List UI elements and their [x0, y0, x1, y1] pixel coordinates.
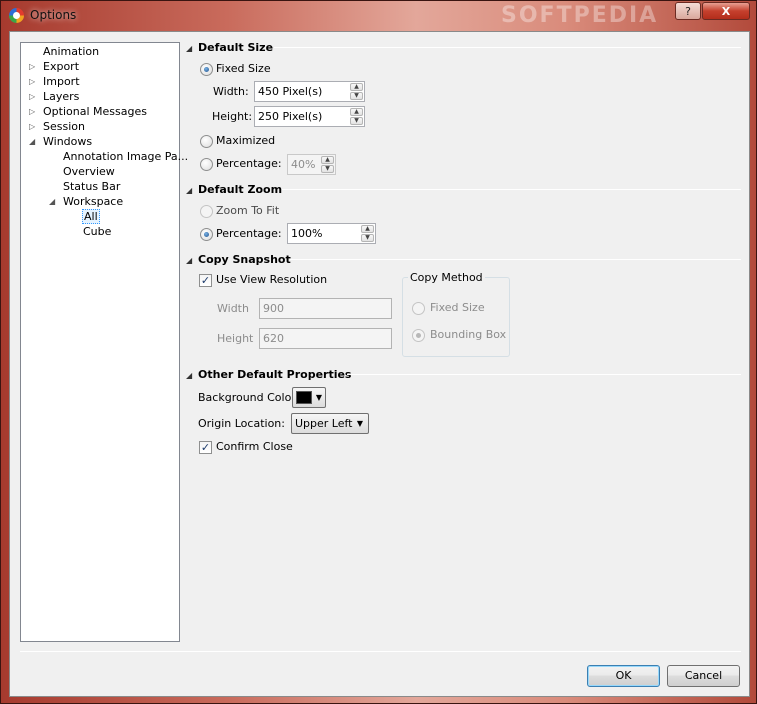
dropdown-arrow-icon: ▼ [356, 419, 363, 428]
spin-up-icon[interactable]: ▲ [361, 225, 374, 233]
zoom-to-fit-label: Zoom To Fit [216, 204, 280, 217]
options-window: Options SOFTPEDIA ? X Animation ▷ Export… [0, 0, 757, 704]
origin-location-value: Upper Left [295, 417, 353, 430]
collapse-arrow-icon: ◢ [186, 256, 193, 265]
window-title: Options [30, 8, 77, 22]
snapshot-height-field[interactable]: 620 [259, 328, 392, 349]
tree-item-workspace[interactable]: Workspace [63, 194, 123, 209]
section-divider [290, 259, 741, 260]
height-label: Height: [212, 110, 253, 123]
spin-up-icon[interactable]: ▲ [350, 108, 363, 116]
footer-divider [20, 651, 741, 652]
default-zoom-header[interactable]: ◢ Default Zoom [186, 182, 282, 198]
spin-down-icon[interactable]: ▼ [321, 165, 334, 173]
section-divider [274, 47, 741, 48]
snapshot-height-label: Height [217, 332, 254, 345]
background-color-picker[interactable]: ▼ [292, 387, 326, 408]
cancel-button[interactable]: Cancel [667, 665, 740, 687]
other-properties-header[interactable]: ◢ Other Default Properties [186, 367, 351, 383]
maximized-radio[interactable] [200, 135, 213, 148]
tree-item-animation[interactable]: Animation [43, 44, 99, 59]
tree-item-session[interactable]: Session [43, 119, 85, 134]
use-view-resolution-label: Use View Resolution [216, 273, 328, 286]
zoom-percentage-label: Percentage: [216, 227, 282, 240]
copy-fixed-size-label: Fixed Size [430, 301, 485, 314]
copy-fixed-size-radio[interactable] [412, 302, 425, 315]
zoom-percentage-radio[interactable] [200, 228, 213, 241]
spin-up-icon[interactable]: ▲ [350, 83, 363, 91]
spin-down-icon[interactable]: ▼ [350, 117, 363, 125]
zoom-to-fit-radio[interactable] [200, 205, 213, 218]
title-bar[interactable]: Options SOFTPEDIA ? X [1, 1, 756, 31]
origin-location-select[interactable]: Upper Left ▼ [291, 413, 369, 434]
confirm-close-label: Confirm Close [216, 440, 293, 453]
zoom-percentage-value: 100% [291, 227, 323, 240]
help-button[interactable]: ? [675, 2, 701, 20]
fixed-size-label: Fixed Size [216, 62, 271, 75]
section-divider [347, 374, 741, 375]
size-percentage-radio[interactable] [200, 158, 213, 171]
tree-item-layers[interactable]: Layers [43, 89, 79, 104]
tree-item-status-bar[interactable]: Status Bar [63, 179, 120, 194]
size-percentage-value: 40% [291, 158, 316, 171]
size-percentage-spinbox[interactable]: 40% ▲ ▼ [287, 154, 336, 175]
copy-bounding-box-label: Bounding Box [430, 328, 507, 341]
tree-item-overview[interactable]: Overview [63, 164, 115, 179]
tree-item-optional-messages[interactable]: Optional Messages [43, 104, 147, 119]
collapse-arrow-icon: ◢ [186, 371, 193, 380]
copy-bounding-box-radio[interactable] [412, 329, 425, 342]
collapse-arrow-icon: ◢ [186, 44, 193, 53]
spin-down-icon[interactable]: ▼ [361, 234, 374, 242]
fixed-size-radio[interactable] [200, 63, 213, 76]
tree-item-cube[interactable]: Cube [83, 224, 111, 239]
origin-location-label: Origin Location: [198, 417, 285, 430]
ok-button[interactable]: OK [587, 665, 660, 687]
width-value: 450 Pixel(s) [258, 85, 323, 98]
spin-down-icon[interactable]: ▼ [350, 92, 363, 100]
width-label: Width: [213, 85, 249, 98]
copy-method-group [402, 277, 510, 357]
dialog-client-area: Animation ▷ Export ▷ Import ▷ Layers ▷ O… [9, 31, 750, 697]
options-tree[interactable]: Animation ▷ Export ▷ Import ▷ Layers ▷ O… [20, 42, 188, 642]
collapse-icon[interactable]: ◢ [49, 194, 58, 209]
app-logo-icon [9, 8, 24, 23]
expand-icon[interactable]: ▷ [29, 74, 38, 89]
section-divider [282, 189, 741, 190]
maximized-label: Maximized [216, 134, 276, 147]
width-spinbox[interactable]: 450 Pixel(s) ▲ ▼ [254, 81, 365, 102]
watermark: SOFTPEDIA [501, 3, 659, 28]
collapse-arrow-icon: ◢ [186, 186, 193, 195]
snapshot-width-label: Width [217, 302, 249, 315]
snapshot-width-field[interactable]: 900 [259, 298, 392, 319]
zoom-percentage-spinbox[interactable]: 100% ▲ ▼ [287, 223, 376, 244]
close-button[interactable]: X [702, 2, 750, 20]
copy-snapshot-header[interactable]: ◢ Copy Snapshot [186, 252, 291, 268]
tree-item-import[interactable]: Import [43, 74, 80, 89]
collapse-icon[interactable]: ◢ [29, 134, 38, 149]
tree-item-windows[interactable]: Windows [43, 134, 92, 149]
expand-icon[interactable]: ▷ [29, 119, 38, 134]
expand-icon[interactable]: ▷ [29, 59, 38, 74]
spin-up-icon[interactable]: ▲ [321, 156, 334, 164]
color-swatch [296, 391, 312, 404]
default-size-header[interactable]: ◢ Default Size [186, 40, 273, 56]
confirm-close-checkbox[interactable]: ✓ [199, 441, 212, 454]
expand-icon[interactable]: ▷ [29, 89, 38, 104]
background-color-label: Background Color: [198, 391, 300, 404]
tree-item-all[interactable]: All [82, 209, 100, 224]
tree-item-export[interactable]: Export [43, 59, 79, 74]
height-value: 250 Pixel(s) [258, 110, 323, 123]
expand-icon[interactable]: ▷ [29, 104, 38, 119]
size-percentage-label: Percentage: [216, 157, 282, 170]
tree-item-annotation-image[interactable]: Annotation Image Pa... [63, 149, 188, 164]
dropdown-arrow-icon: ▼ [315, 393, 322, 402]
use-view-resolution-checkbox[interactable]: ✓ [199, 274, 212, 287]
height-spinbox[interactable]: 250 Pixel(s) ▲ ▼ [254, 106, 365, 127]
copy-method-legend: Copy Method [408, 271, 485, 285]
